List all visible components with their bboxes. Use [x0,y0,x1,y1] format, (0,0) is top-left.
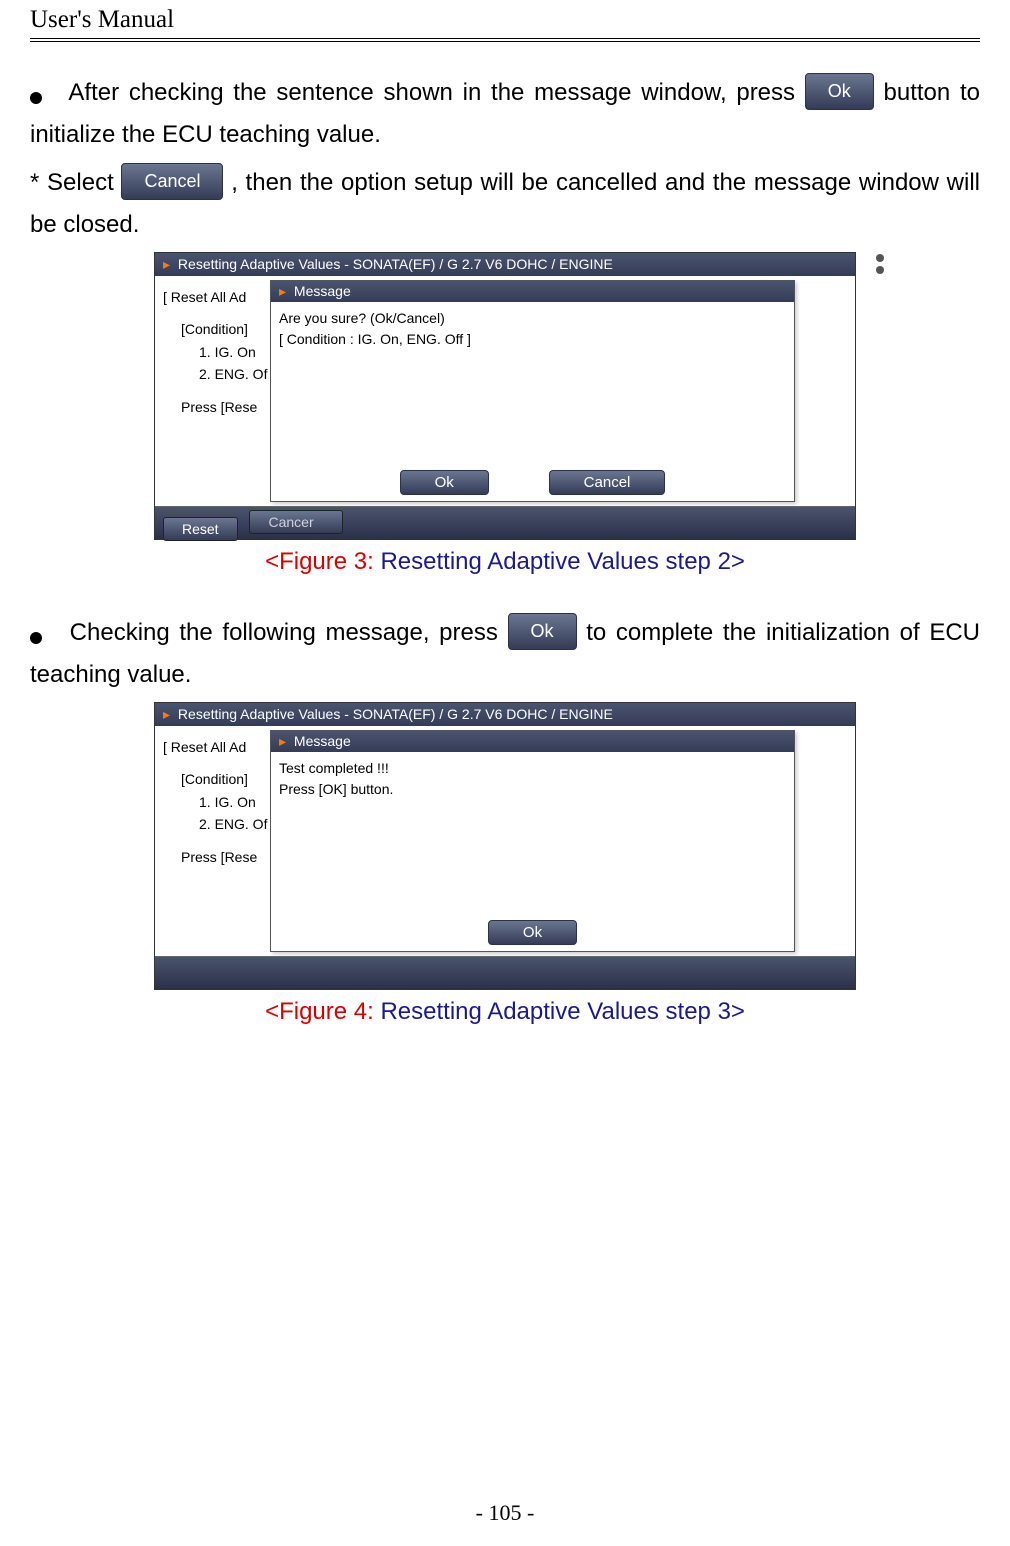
cancel-button-cut[interactable]: Cancer [249,510,343,534]
bullet-icon [30,612,60,654]
page: User's Manual After checking the sentenc… [0,0,1010,1546]
ok-button[interactable]: Ok [488,920,577,945]
message-title-text: Message [294,283,351,299]
paragraph-2: * Select Cancel , then the option setup … [30,162,980,246]
ok-button[interactable]: Ok [400,470,489,495]
triangle-icon: ▸ [279,733,286,749]
message-popup: ▸ Message Test completed !!! Press [OK] … [270,730,795,952]
figure-3: ▸ Resetting Adaptive Values - SONATA(EF)… [30,252,980,576]
message-body: Are you sure? (Ok/Cancel) [ Condition : … [271,302,794,464]
message-title-text: Message [294,733,351,749]
left-line: Press [Rese [181,846,267,868]
left-line: [Condition] [181,768,267,790]
left-line: [Condition] [181,318,267,340]
msg-line: Test completed !!! [279,758,786,779]
left-line: 2. ENG. Of [199,363,267,385]
ok-button-inline[interactable]: Ok [508,613,577,651]
ok-button-inline[interactable]: Ok [805,73,874,111]
app-bottombar: Reset Cancer [155,506,855,539]
message-buttons: Ok [271,914,794,953]
para3-lead: Checking the following message, press [70,619,508,646]
left-line: [ Reset All Ad [163,286,267,308]
bullet-icon [30,72,60,114]
figure-number: <Figure 3: [265,548,374,575]
figure-4-caption: <Figure 4: Resetting Adaptive Values ste… [30,998,980,1026]
left-line: 1. IG. On [199,791,267,813]
app-title-text: Resetting Adaptive Values - SONATA(EF) /… [178,256,613,272]
page-header: User's Manual [30,0,980,38]
app-titlebar: ▸ Resetting Adaptive Values - SONATA(EF)… [155,253,855,276]
figure-caption-text: Resetting Adaptive Values step 3> [374,998,745,1025]
cancel-button-inline[interactable]: Cancel [121,163,223,201]
message-popup: ▸ Message Are you sure? (Ok/Cancel) [ Co… [270,280,795,502]
left-line: Press [Rese [181,396,267,418]
app-window-fig4: ▸ Resetting Adaptive Values - SONATA(EF)… [154,702,856,990]
header-rule [30,38,980,42]
app-content: [ Reset All Ad [Condition] 1. IG. On 2. … [155,276,855,506]
msg-line: Are you sure? (Ok/Cancel) [279,308,786,329]
app-title-text: Resetting Adaptive Values - SONATA(EF) /… [178,706,613,722]
figure-3-caption: <Figure 3: Resetting Adaptive Values ste… [30,548,980,576]
app-bottombar: x [155,956,855,989]
message-body: Test completed !!! Press [OK] button. [271,752,794,914]
msg-line: [ Condition : IG. On, ENG. Off ] [279,329,786,350]
msg-line: Press [OK] button. [279,779,786,800]
figure-caption-text: Resetting Adaptive Values step 2> [374,548,745,575]
scroll-dots-icon [876,254,884,274]
para1-lead: After checking the sentence shown in the… [68,79,795,106]
triangle-icon: ▸ [163,706,170,722]
app-window-fig3: ▸ Resetting Adaptive Values - SONATA(EF)… [154,252,856,540]
figure-4: ▸ Resetting Adaptive Values - SONATA(EF)… [30,702,980,1026]
figure-number: <Figure 4: [265,998,374,1025]
cancel-button[interactable]: Cancel [549,470,666,495]
message-buttons: Ok Cancel [271,464,794,503]
paragraph-1: After checking the sentence shown in the… [30,72,980,156]
app-content: [ Reset All Ad [Condition] 1. IG. On 2. … [155,726,855,956]
triangle-icon: ▸ [163,256,170,272]
left-line: 1. IG. On [199,341,267,363]
para2-lead: * Select [30,169,121,196]
page-number: - 105 - [0,1500,1010,1526]
triangle-icon: ▸ [279,283,286,299]
app-titlebar: ▸ Resetting Adaptive Values - SONATA(EF)… [155,703,855,726]
reset-button[interactable]: Reset [163,517,238,541]
left-line: 2. ENG. Of [199,813,267,835]
app-left-panel: [ Reset All Ad [Condition] 1. IG. On 2. … [163,286,267,418]
message-titlebar: ▸ Message [271,281,794,302]
app-left-panel: [ Reset All Ad [Condition] 1. IG. On 2. … [163,736,267,868]
left-line: [ Reset All Ad [163,736,267,758]
paragraph-3: Checking the following message, press Ok… [30,612,980,696]
message-titlebar: ▸ Message [271,731,794,752]
